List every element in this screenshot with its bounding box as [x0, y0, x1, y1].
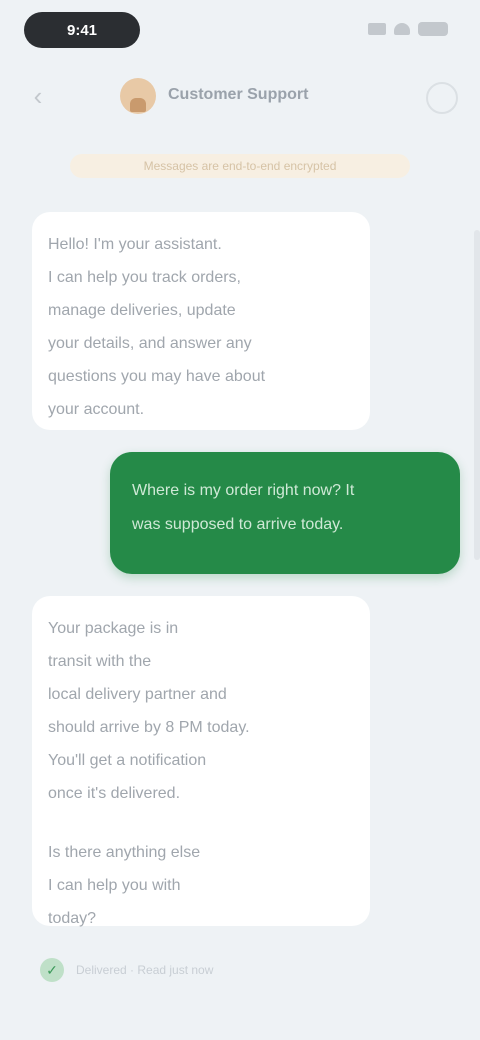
- delivery-status: ✓ Delivered · Read just now: [40, 958, 213, 982]
- contact-name[interactable]: Customer Support: [168, 86, 308, 104]
- encryption-banner: Messages are end-to-end encrypted: [70, 154, 410, 178]
- message-line: should arrive by 8 PM today.: [48, 719, 250, 736]
- message-line: Is there anything else: [48, 844, 201, 861]
- avatar[interactable]: [120, 78, 156, 114]
- message-line: your account.: [48, 401, 145, 418]
- message-line: was supposed to arrive today.: [132, 516, 344, 533]
- message-line: transit with the: [48, 653, 152, 670]
- message-line: local delivery partner and: [48, 686, 227, 703]
- status-bar: 9:41: [0, 0, 480, 64]
- chevron-left-icon[interactable]: ‹: [24, 81, 52, 111]
- status-time: 9:41: [24, 12, 140, 48]
- message-line: your details, and answer any: [48, 335, 252, 352]
- message-line: Hello! I'm your assistant.: [48, 236, 222, 253]
- message-line: I can help you with: [48, 877, 181, 894]
- message-line: Where is my order right now? It: [132, 482, 355, 499]
- incoming-message[interactable]: Hello! I'm your assistant. I can help yo…: [32, 212, 370, 430]
- message-line: I can help you track orders,: [48, 269, 241, 286]
- delivery-status-text: Delivered · Read just now: [76, 963, 214, 977]
- check-icon: ✓: [40, 958, 64, 982]
- signal-icon: [368, 23, 386, 35]
- message-line: questions you may have about: [48, 368, 266, 385]
- message-line: Your package is in: [48, 620, 179, 637]
- chat-header: ‹ Customer Support: [0, 64, 480, 128]
- more-icon[interactable]: [426, 82, 458, 114]
- scrollbar[interactable]: [474, 230, 480, 560]
- message-line: once it's delivered.: [48, 785, 181, 802]
- message-line: today?: [48, 910, 97, 927]
- message-line: manage deliveries, update: [48, 302, 236, 319]
- incoming-message[interactable]: Your package is in transit with the loca…: [32, 596, 370, 927]
- status-icons: [368, 22, 448, 36]
- outgoing-message[interactable]: Where is my order right now? It was supp…: [110, 452, 460, 574]
- wifi-icon: [394, 23, 410, 35]
- battery-icon: [418, 22, 448, 36]
- message-line: You'll get a notification: [48, 752, 207, 769]
